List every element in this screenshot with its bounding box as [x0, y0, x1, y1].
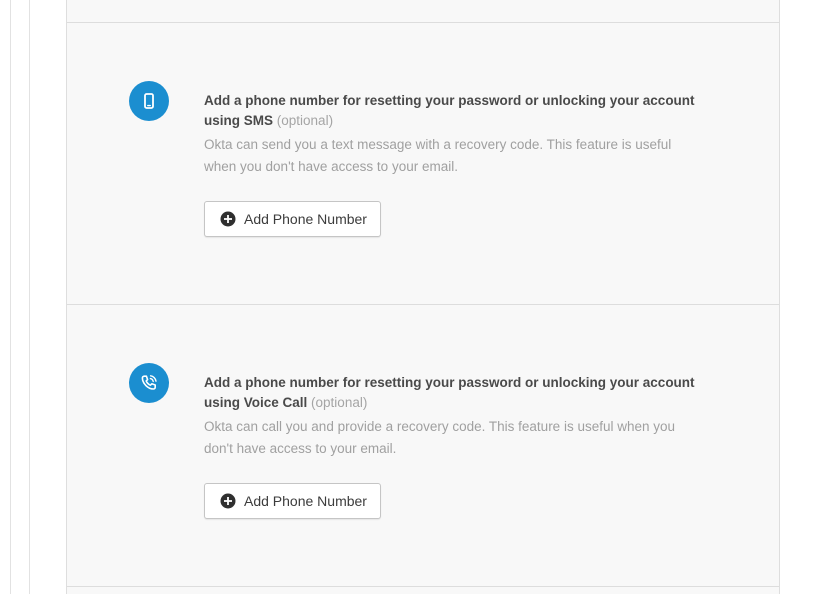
mobile-phone-icon — [129, 81, 169, 121]
add-voice-phone-number-button[interactable]: Add Phone Number — [204, 483, 381, 519]
recovery-options-panel: Add a phone number for resetting your pa… — [66, 0, 780, 594]
add-phone-number-label: Add Phone Number — [244, 211, 367, 227]
plus-circle-icon — [220, 211, 236, 227]
phone-call-icon — [129, 363, 169, 403]
add-sms-phone-number-button[interactable]: Add Phone Number — [204, 201, 381, 237]
sms-section-heading: Add a phone number for resetting your pa… — [204, 91, 704, 131]
voice-call-section-description: Okta can call you and provide a recovery… — [204, 419, 676, 456]
section-divider — [67, 586, 779, 587]
outer-side-panel — [10, 0, 30, 594]
sms-section-text: Add a phone number for resetting your pa… — [204, 91, 704, 178]
voice-call-section-text: Add a phone number for resetting your pa… — [204, 373, 704, 460]
add-phone-number-label: Add Phone Number — [244, 493, 367, 509]
optional-label: (optional) — [276, 113, 334, 128]
sms-section-description: Okta can send you a text message with a … — [204, 137, 672, 174]
sms-recovery-section: Add a phone number for resetting your pa… — [67, 0, 779, 305]
optional-label: (optional) — [311, 395, 368, 410]
plus-circle-icon — [220, 493, 236, 509]
voice-call-heading-text: Add a phone number for resetting your pa… — [204, 375, 695, 410]
voice-call-recovery-section: Add a phone number for resetting your pa… — [67, 305, 779, 587]
voice-call-section-heading: Add a phone number for resetting your pa… — [204, 373, 704, 413]
